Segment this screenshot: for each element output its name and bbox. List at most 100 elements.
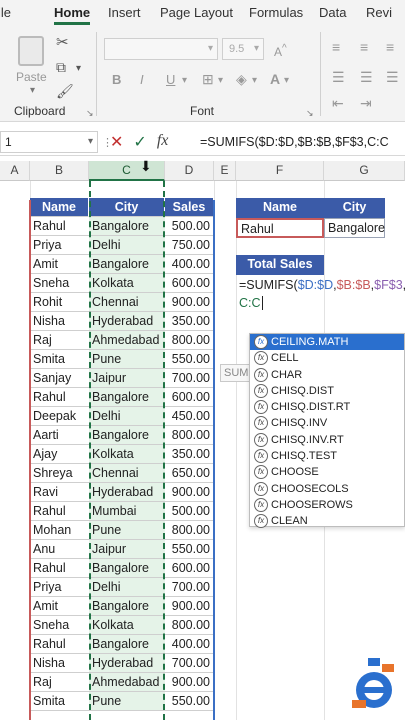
- tab-file[interactable]: ile: [0, 5, 11, 20]
- fill-color-icon[interactable]: ◈: [236, 72, 247, 86]
- name-cell[interactable]: Mohan: [30, 521, 89, 540]
- chevron-down-icon[interactable]: ▾: [30, 84, 35, 98]
- tab-formulas[interactable]: Formulas: [249, 5, 303, 20]
- city-cell[interactable]: Bangalore: [89, 559, 165, 578]
- font-launcher-icon[interactable]: ↘: [306, 106, 314, 120]
- sales-cell[interactable]: 900.00: [165, 293, 214, 312]
- name-cell[interactable]: Sanjay: [30, 369, 89, 388]
- autocomplete-item[interactable]: fx CLEAN: [250, 513, 404, 529]
- name-cell[interactable]: Anu: [30, 540, 89, 559]
- sales-cell[interactable]: 900.00: [165, 483, 214, 502]
- name-cell[interactable]: Deepak: [30, 407, 89, 426]
- name-cell[interactable]: Nisha: [30, 654, 89, 673]
- column-header-c[interactable]: C: [89, 161, 165, 181]
- increase-indent-icon[interactable]: ⇥: [360, 96, 372, 110]
- sales-cell[interactable]: 500.00: [165, 217, 214, 236]
- fill-dropdown-icon[interactable]: ▾: [252, 74, 257, 88]
- header-sales[interactable]: Sales: [165, 198, 214, 217]
- paste-icon[interactable]: [18, 36, 44, 66]
- city-cell[interactable]: Bangalore: [89, 217, 165, 236]
- city-cell[interactable]: Hyderabad: [89, 312, 165, 331]
- city-cell[interactable]: Bangalore: [89, 597, 165, 616]
- name-cell[interactable]: Rahul: [30, 217, 89, 236]
- autocomplete-item[interactable]: fx CHOOSE: [250, 464, 404, 480]
- format-painter-icon[interactable]: 🖌: [56, 84, 74, 98]
- underline-dropdown-icon[interactable]: ▾: [182, 74, 187, 88]
- city-cell[interactable]: Ahmedabad: [89, 331, 165, 350]
- sales-cell[interactable]: 450.00: [165, 407, 214, 426]
- sales-cell[interactable]: 900.00: [165, 673, 214, 692]
- clipboard-launcher-icon[interactable]: ↘: [86, 106, 94, 120]
- city-cell[interactable]: Chennai: [89, 464, 165, 483]
- insert-function-icon[interactable]: fx: [157, 132, 169, 152]
- sales-cell[interactable]: 600.00: [165, 559, 214, 578]
- city-cell[interactable]: Bangalore: [89, 426, 165, 445]
- total-sales-edit-cell[interactable]: =SUMIFS($D:$D,$B:$B,$F$3,C:C: [236, 276, 405, 318]
- borders-dropdown-icon[interactable]: ▾: [218, 74, 223, 88]
- city-cell[interactable]: Kolkata: [89, 616, 165, 635]
- sales-cell[interactable]: 700.00: [165, 654, 214, 673]
- cancel-icon[interactable]: ✕: [110, 132, 123, 152]
- city-cell[interactable]: Delhi: [89, 407, 165, 426]
- name-cell[interactable]: Rohit: [30, 293, 89, 312]
- function-autocomplete-list[interactable]: fx CEILING.MATH fx CELL fx CHAR fx CHISQ.DIST fx…: [249, 333, 405, 529]
- name-cell[interactable]: Shreya: [30, 464, 89, 483]
- column-header-d[interactable]: D: [165, 161, 214, 181]
- tab-insert[interactable]: Insert: [108, 5, 141, 20]
- autocomplete-item[interactable]: fx CEILING.MATH: [250, 334, 404, 351]
- name-cell[interactable]: Raj: [30, 331, 89, 350]
- autocomplete-item[interactable]: fx CHISQ.TEST: [250, 448, 404, 464]
- name-cell[interactable]: Amit: [30, 255, 89, 274]
- sales-cell[interactable]: 650.00: [165, 464, 214, 483]
- name-cell[interactable]: Smita: [30, 692, 89, 711]
- city-cell[interactable]: Kolkata: [89, 445, 165, 464]
- city-cell[interactable]: Pune: [89, 350, 165, 369]
- increase-font-icon[interactable]: A^: [274, 42, 287, 59]
- autocomplete-item[interactable]: fx CHOOSECOLS: [250, 481, 404, 497]
- name-cell[interactable]: Aarti: [30, 426, 89, 445]
- name-cell[interactable]: Rahul: [30, 388, 89, 407]
- city-cell[interactable]: Delhi: [89, 578, 165, 597]
- italic-button[interactable]: I: [140, 72, 144, 87]
- sales-cell[interactable]: 550.00: [165, 350, 214, 369]
- sales-cell[interactable]: 700.00: [165, 578, 214, 597]
- city-cell[interactable]: Hyderabad: [89, 654, 165, 673]
- copy-dropdown-icon[interactable]: ▾: [76, 62, 81, 76]
- name-cell[interactable]: Amit: [30, 597, 89, 616]
- name-cell[interactable]: Smita: [30, 350, 89, 369]
- copy-icon[interactable]: ⧉: [56, 60, 66, 74]
- name-cell[interactable]: Sneha: [30, 274, 89, 293]
- sales-cell[interactable]: 900.00: [165, 597, 214, 616]
- city-cell[interactable]: Ahmedabad: [89, 673, 165, 692]
- column-header-a[interactable]: A: [0, 161, 30, 181]
- city-cell[interactable]: Delhi: [89, 236, 165, 255]
- underline-button[interactable]: U: [166, 72, 175, 87]
- city-cell[interactable]: Kolkata: [89, 274, 165, 293]
- autocomplete-item[interactable]: fx CHAR: [250, 367, 404, 383]
- tab-review[interactable]: Revi: [366, 5, 392, 20]
- column-header-g[interactable]: G: [324, 161, 405, 181]
- tab-data[interactable]: Data: [319, 5, 346, 20]
- function-tooltip[interactable]: SUM: [220, 364, 250, 382]
- sales-cell[interactable]: 700.00: [165, 369, 214, 388]
- autocomplete-item[interactable]: fx CHOOSEROWS: [250, 497, 404, 513]
- header-name[interactable]: Name: [30, 198, 89, 217]
- sales-cell[interactable]: 750.00: [165, 236, 214, 255]
- font-name-combo[interactable]: ▾: [104, 38, 218, 60]
- name-cell[interactable]: Ajay: [30, 445, 89, 464]
- sales-cell[interactable]: 500.00: [165, 502, 214, 521]
- sales-cell[interactable]: 600.00: [165, 388, 214, 407]
- column-header-b[interactable]: B: [30, 161, 89, 181]
- city-cell[interactable]: Bangalore: [89, 255, 165, 274]
- city-cell[interactable]: Hyderabad: [89, 483, 165, 502]
- criteria-name-cell[interactable]: Rahul: [236, 218, 324, 238]
- sales-cell[interactable]: 550.00: [165, 540, 214, 559]
- cut-icon[interactable]: ✂: [56, 35, 69, 50]
- city-cell[interactable]: Bangalore: [89, 635, 165, 654]
- decrease-indent-icon[interactable]: ⇤: [332, 96, 344, 110]
- city-cell[interactable]: Mumbai: [89, 502, 165, 521]
- bold-button[interactable]: B: [112, 72, 121, 87]
- autocomplete-item[interactable]: fx CELL: [250, 350, 404, 366]
- city-cell[interactable]: Chennai: [89, 293, 165, 312]
- header-city[interactable]: City: [89, 198, 165, 217]
